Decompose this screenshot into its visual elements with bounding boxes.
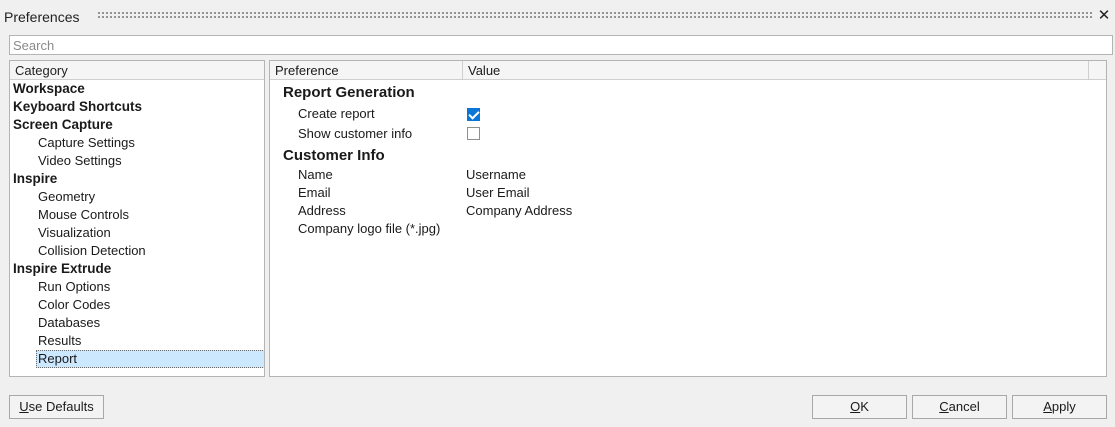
category-label: Geometry bbox=[38, 189, 96, 204]
category-label: Keyboard Shortcuts bbox=[13, 99, 143, 114]
button-label: K bbox=[860, 399, 869, 414]
category-label: Inspire bbox=[13, 171, 58, 186]
title-bar[interactable]: Preferences ✕ bbox=[0, 0, 1115, 34]
search-input[interactable] bbox=[9, 35, 1113, 55]
category-item-geometry[interactable]: Geometry bbox=[10, 188, 264, 206]
ok-button[interactable]: OK bbox=[812, 395, 907, 419]
category-item-inspire-extrude[interactable]: Inspire Extrude bbox=[10, 260, 264, 278]
category-label: Capture Settings bbox=[38, 135, 135, 150]
section-report-generation: Report Generation bbox=[283, 84, 415, 101]
apply-button[interactable]: Apply bbox=[1012, 395, 1107, 419]
category-item-video-settings[interactable]: Video Settings bbox=[10, 152, 264, 170]
category-item-run-options[interactable]: Run Options bbox=[10, 278, 264, 296]
email-label: Email bbox=[298, 185, 331, 200]
category-item-capture-settings[interactable]: Capture Settings bbox=[10, 134, 264, 152]
email-value[interactable]: User Email bbox=[466, 185, 530, 200]
category-column-header[interactable]: Category bbox=[10, 61, 264, 80]
category-label: Screen Capture bbox=[13, 117, 113, 132]
mnemonic-letter: C bbox=[939, 399, 949, 414]
category-label: Mouse Controls bbox=[38, 207, 130, 222]
create-report-checkbox[interactable] bbox=[467, 108, 480, 121]
preferences-dialog: Preferences ✕ Category Workspace Keyboar… bbox=[0, 0, 1115, 427]
mnemonic-letter: U bbox=[19, 399, 29, 414]
dialog-title: Preferences bbox=[4, 9, 80, 25]
category-item-collision-detection[interactable]: Collision Detection bbox=[10, 242, 264, 260]
category-label: Report bbox=[36, 350, 264, 368]
section-customer-info: Customer Info bbox=[283, 147, 385, 164]
value-column-header[interactable]: Value bbox=[463, 61, 500, 79]
category-label: Video Settings bbox=[38, 153, 122, 168]
category-item-color-codes[interactable]: Color Codes bbox=[10, 296, 264, 314]
category-item-results[interactable]: Results bbox=[10, 332, 264, 350]
button-label: ancel bbox=[948, 399, 980, 414]
cancel-button[interactable]: Cancel bbox=[912, 395, 1007, 419]
category-label: Color Codes bbox=[38, 297, 111, 312]
category-item-visualization[interactable]: Visualization bbox=[10, 224, 264, 242]
show-customer-info-checkbox[interactable] bbox=[467, 127, 480, 140]
category-item-databases[interactable]: Databases bbox=[10, 314, 264, 332]
show-customer-info-label: Show customer info bbox=[298, 126, 413, 141]
company-logo-label: Company logo file (*.jpg) bbox=[298, 221, 441, 236]
close-icon[interactable]: ✕ bbox=[1095, 7, 1113, 25]
category-label: Visualization bbox=[38, 225, 111, 240]
category-label: Results bbox=[38, 333, 82, 348]
button-label: se Defaults bbox=[28, 399, 94, 414]
preference-table-header: Preference Value bbox=[270, 61, 1106, 80]
category-item-screen-capture[interactable]: Screen Capture bbox=[10, 116, 264, 134]
drag-grip[interactable] bbox=[97, 11, 1092, 19]
category-label: Inspire Extrude bbox=[13, 261, 112, 276]
category-label: Workspace bbox=[13, 81, 85, 96]
mnemonic-letter: A bbox=[1043, 399, 1052, 414]
category-item-keyboard-shortcuts[interactable]: Keyboard Shortcuts bbox=[10, 98, 264, 116]
name-label: Name bbox=[298, 167, 333, 182]
category-item-report[interactable]: Report bbox=[10, 350, 264, 368]
create-report-label: Create report bbox=[298, 106, 375, 121]
category-item-workspace[interactable]: Workspace bbox=[10, 80, 264, 98]
category-item-mouse-controls[interactable]: Mouse Controls bbox=[10, 206, 264, 224]
category-tree: Workspace Keyboard Shortcuts Screen Capt… bbox=[10, 80, 264, 368]
preference-column-header[interactable]: Preference bbox=[270, 61, 463, 79]
category-panel: Category Workspace Keyboard Shortcuts Sc… bbox=[9, 60, 265, 377]
address-label: Address bbox=[298, 203, 346, 218]
name-value[interactable]: Username bbox=[466, 167, 526, 182]
mnemonic-letter: O bbox=[850, 399, 861, 414]
category-label: Databases bbox=[38, 315, 101, 330]
category-label: Run Options bbox=[38, 279, 111, 294]
category-label: Collision Detection bbox=[38, 243, 146, 258]
use-defaults-button[interactable]: Use Defaults bbox=[9, 395, 104, 419]
preference-panel: Preference Value Report Generation Creat… bbox=[269, 60, 1107, 377]
category-item-inspire[interactable]: Inspire bbox=[10, 170, 264, 188]
button-label: pply bbox=[1051, 399, 1076, 414]
address-value[interactable]: Company Address bbox=[466, 203, 572, 218]
header-spacer bbox=[1088, 61, 1106, 79]
